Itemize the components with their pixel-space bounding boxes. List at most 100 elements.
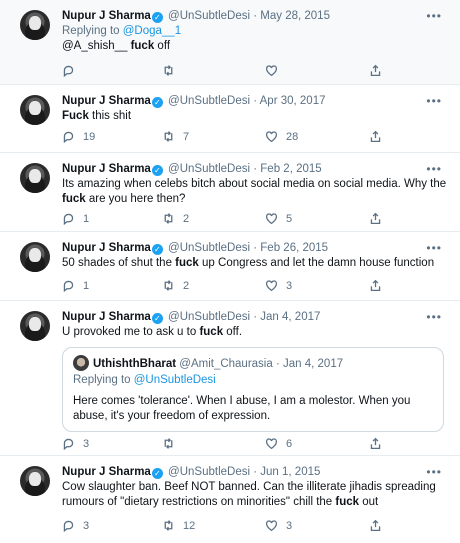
quoted-tweet[interactable]: UthishthBharat @Amit_Chaurasia · Jan 4, … xyxy=(62,347,444,432)
tweet-date[interactable]: Feb 26, 2015 xyxy=(260,242,328,254)
tweet-text: 50 shades of shut the fuck up Congress a… xyxy=(62,256,450,271)
tweet-date[interactable]: Feb 2, 2015 xyxy=(260,163,321,175)
retweet-icon xyxy=(164,131,173,142)
more-options-icon[interactable]: ••• xyxy=(426,240,442,256)
author-name[interactable]: Nupur J Sharma xyxy=(62,95,151,107)
verified-icon: ✓ xyxy=(151,12,163,23)
author-handle[interactable]: @UnSubtleDesi xyxy=(168,95,250,107)
text-part: out xyxy=(359,496,379,508)
more-options-icon[interactable]: ••• xyxy=(426,161,442,177)
reply-to-link[interactable]: @Doga__1 xyxy=(123,25,181,37)
author-name[interactable]: Nupur J Sharma xyxy=(62,163,151,175)
avatar[interactable] xyxy=(20,311,50,341)
reply-icon xyxy=(63,213,74,226)
share-button[interactable] xyxy=(369,63,382,79)
separator-dot: · xyxy=(253,163,258,175)
avatar[interactable] xyxy=(20,466,50,496)
author-name[interactable]: Nupur J Sharma xyxy=(62,311,151,323)
reply-button[interactable]: 19 xyxy=(62,129,95,145)
like-button[interactable]: 3 xyxy=(265,518,292,534)
more-options-icon[interactable]: ••• xyxy=(426,309,442,325)
reply-button[interactable]: 1 xyxy=(62,278,89,294)
tweet-date[interactable]: Apr 30, 2017 xyxy=(260,95,326,107)
separator-dot: · xyxy=(253,10,258,22)
text-part: this shit xyxy=(88,110,132,122)
author-handle[interactable]: @UnSubtleDesi xyxy=(168,10,250,22)
more-options-icon[interactable]: ••• xyxy=(426,464,442,480)
retweet-button[interactable] xyxy=(162,436,183,452)
share-button[interactable] xyxy=(369,129,382,145)
reply-prefix: Replying to xyxy=(62,25,123,37)
retweet-count: 7 xyxy=(183,131,190,143)
retweet-button[interactable]: 7 xyxy=(162,129,189,145)
like-button[interactable]: 5 xyxy=(265,211,292,227)
like-count: 6 xyxy=(286,438,293,450)
retweet-button[interactable]: 2 xyxy=(162,211,189,227)
like-icon xyxy=(265,520,278,532)
reply-button[interactable]: 3 xyxy=(62,518,89,534)
verified-icon: ✓ xyxy=(151,97,163,108)
reply-count: 3 xyxy=(83,520,90,532)
avatar[interactable] xyxy=(20,242,50,272)
retweet-button[interactable]: 2 xyxy=(162,278,189,294)
reply-count: 1 xyxy=(83,280,90,292)
author-name[interactable]: Nupur J Sharma xyxy=(62,10,151,22)
text-part: are you here then? xyxy=(85,193,186,205)
share-button[interactable] xyxy=(369,518,382,534)
avatar[interactable] xyxy=(20,163,50,193)
tweet[interactable]: Nupur J Sharma ✓ @UnSubtleDesi · Jan 4, 2… xyxy=(0,301,460,456)
quote-author-handle: @Amit_Chaurasia xyxy=(179,358,273,370)
retweet-icon xyxy=(164,280,173,291)
tweet-date[interactable]: Jun 1, 2015 xyxy=(260,466,320,478)
reply-button[interactable]: 1 xyxy=(62,211,89,227)
more-options-icon[interactable]: ••• xyxy=(426,8,442,24)
highlighted-word: fuck xyxy=(62,193,86,205)
text-part: @A_shish__ xyxy=(62,40,131,52)
tweet[interactable]: Nupur J Sharma ✓ @UnSubtleDesi · May 28, … xyxy=(0,0,460,85)
tweet[interactable]: Nupur J Sharma ✓ @UnSubtleDesi · Apr 30, … xyxy=(0,85,460,153)
share-button[interactable] xyxy=(369,436,382,452)
reply-button[interactable]: 3 xyxy=(62,436,89,452)
quote-author-name: UthishthBharat xyxy=(93,358,177,370)
author-handle[interactable]: @UnSubtleDesi xyxy=(168,311,250,323)
author-handle[interactable]: @UnSubtleDesi xyxy=(168,242,250,254)
tweet-date[interactable]: May 28, 2015 xyxy=(260,10,330,22)
like-button[interactable]: 28 xyxy=(265,129,298,145)
text-part: off xyxy=(154,40,171,52)
share-button[interactable] xyxy=(369,211,382,227)
more-options-icon[interactable]: ••• xyxy=(426,93,442,109)
text-part: up Congress and let the damn house funct… xyxy=(198,257,435,269)
share-icon xyxy=(370,64,381,77)
avatar[interactable] xyxy=(20,95,50,125)
separator-dot: · xyxy=(275,358,280,370)
like-icon xyxy=(265,131,278,143)
like-button[interactable]: 3 xyxy=(265,278,292,294)
quote-reply-to-link[interactable]: @UnSubtleDesi xyxy=(134,374,216,386)
retweet-icon xyxy=(164,213,173,224)
tweet[interactable]: Nupur J Sharma ✓ @UnSubtleDesi · Feb 26, … xyxy=(0,232,460,301)
tweet[interactable]: Nupur J Sharma ✓ @UnSubtleDesi · Jun 1, 2… xyxy=(0,456,460,543)
author-handle[interactable]: @UnSubtleDesi xyxy=(168,163,250,175)
like-button[interactable]: 6 xyxy=(265,436,292,452)
like-icon xyxy=(265,213,278,225)
share-button[interactable] xyxy=(369,278,382,294)
separator-dot: · xyxy=(253,466,258,478)
reply-button[interactable] xyxy=(62,63,83,79)
like-button[interactable] xyxy=(265,63,286,79)
tweet-date[interactable]: Jan 4, 2017 xyxy=(260,311,320,323)
quote-date: Jan 4, 2017 xyxy=(283,358,344,370)
author-name[interactable]: Nupur J Sharma xyxy=(62,466,151,478)
retweet-icon xyxy=(164,520,173,531)
retweet-icon xyxy=(164,65,173,76)
retweet-button[interactable]: 12 xyxy=(162,518,195,534)
like-count: 3 xyxy=(286,280,293,292)
text-part: 50 shades of shut the xyxy=(62,257,176,269)
author-name[interactable]: Nupur J Sharma xyxy=(62,242,151,254)
author-handle[interactable]: @UnSubtleDesi xyxy=(168,466,250,478)
tweet[interactable]: Nupur J Sharma ✓ @UnSubtleDesi · Feb 2, 2… xyxy=(0,153,460,232)
separator-dot: · xyxy=(253,242,258,254)
avatar[interactable] xyxy=(20,10,50,40)
replying-to: Replying to @Doga__1 xyxy=(62,24,450,39)
retweet-button[interactable] xyxy=(162,63,183,79)
reply-icon xyxy=(63,65,74,78)
